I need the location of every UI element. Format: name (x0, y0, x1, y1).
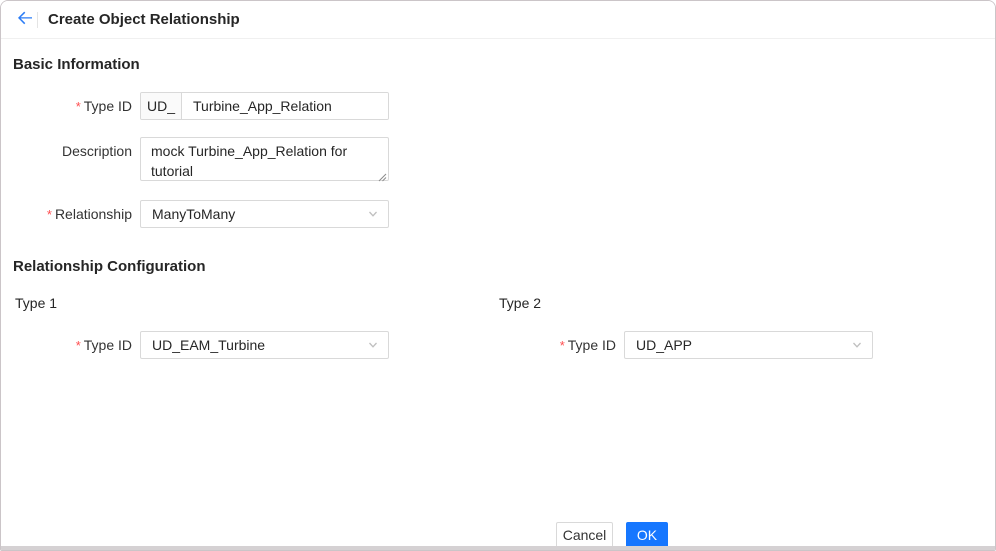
cancel-button[interactable]: Cancel (556, 522, 613, 548)
type-selects-row: *Type ID UD_EAM_Turbine *Type ID UD_APP (1, 331, 389, 360)
required-marker: * (76, 99, 81, 114)
header-divider (37, 12, 38, 28)
type-id-row: *Type ID UD_ (1, 92, 389, 121)
dialog-footer: Cancel OK (556, 522, 668, 548)
type1-type-id-select[interactable]: UD_EAM_Turbine (140, 331, 389, 359)
back-button[interactable] (14, 9, 36, 31)
relationship-select[interactable]: ManyToMany (140, 200, 389, 228)
relationship-label: *Relationship (1, 200, 132, 229)
relationship-configuration-heading: Relationship Configuration (13, 258, 206, 276)
description-textarea[interactable]: mock Turbine_App_Relation for tutorial (140, 137, 389, 181)
description-row: Description mock Turbine_App_Relation fo… (1, 137, 389, 181)
dialog-header: Create Object Relationship (1, 1, 995, 39)
type-id-prefix-addon: UD_ (141, 93, 182, 119)
chevron-down-icon (852, 340, 862, 350)
type-id-label: *Type ID (1, 92, 132, 121)
chevron-down-icon (368, 340, 378, 350)
required-marker: * (76, 338, 81, 353)
create-object-relationship-dialog: Create Object Relationship Basic Informa… (0, 0, 996, 551)
type-id-input[interactable] (182, 93, 388, 119)
required-marker: * (47, 207, 52, 222)
page-title: Create Object Relationship (48, 11, 240, 28)
ok-button[interactable]: OK (626, 522, 668, 548)
description-label: Description (1, 137, 132, 181)
type2-type-id-label: *Type ID (485, 331, 616, 360)
type2-type-id-select-value: UD_APP (636, 337, 692, 353)
type2-type-id-select[interactable]: UD_APP (624, 331, 873, 359)
relationship-row: *Relationship ManyToMany (1, 200, 389, 229)
relationship-select-value: ManyToMany (152, 206, 235, 222)
required-marker: * (560, 338, 565, 353)
basic-information-heading: Basic Information (13, 56, 140, 74)
type1-column-heading: Type 1 (15, 295, 57, 311)
back-arrow-icon (17, 10, 33, 29)
type-id-input-group: UD_ (140, 92, 389, 120)
bottom-edge-strip (1, 546, 995, 550)
type1-type-id-label: *Type ID (1, 331, 132, 360)
chevron-down-icon (368, 209, 378, 219)
type1-type-id-select-value: UD_EAM_Turbine (152, 337, 265, 353)
type2-column-heading: Type 2 (499, 295, 541, 311)
